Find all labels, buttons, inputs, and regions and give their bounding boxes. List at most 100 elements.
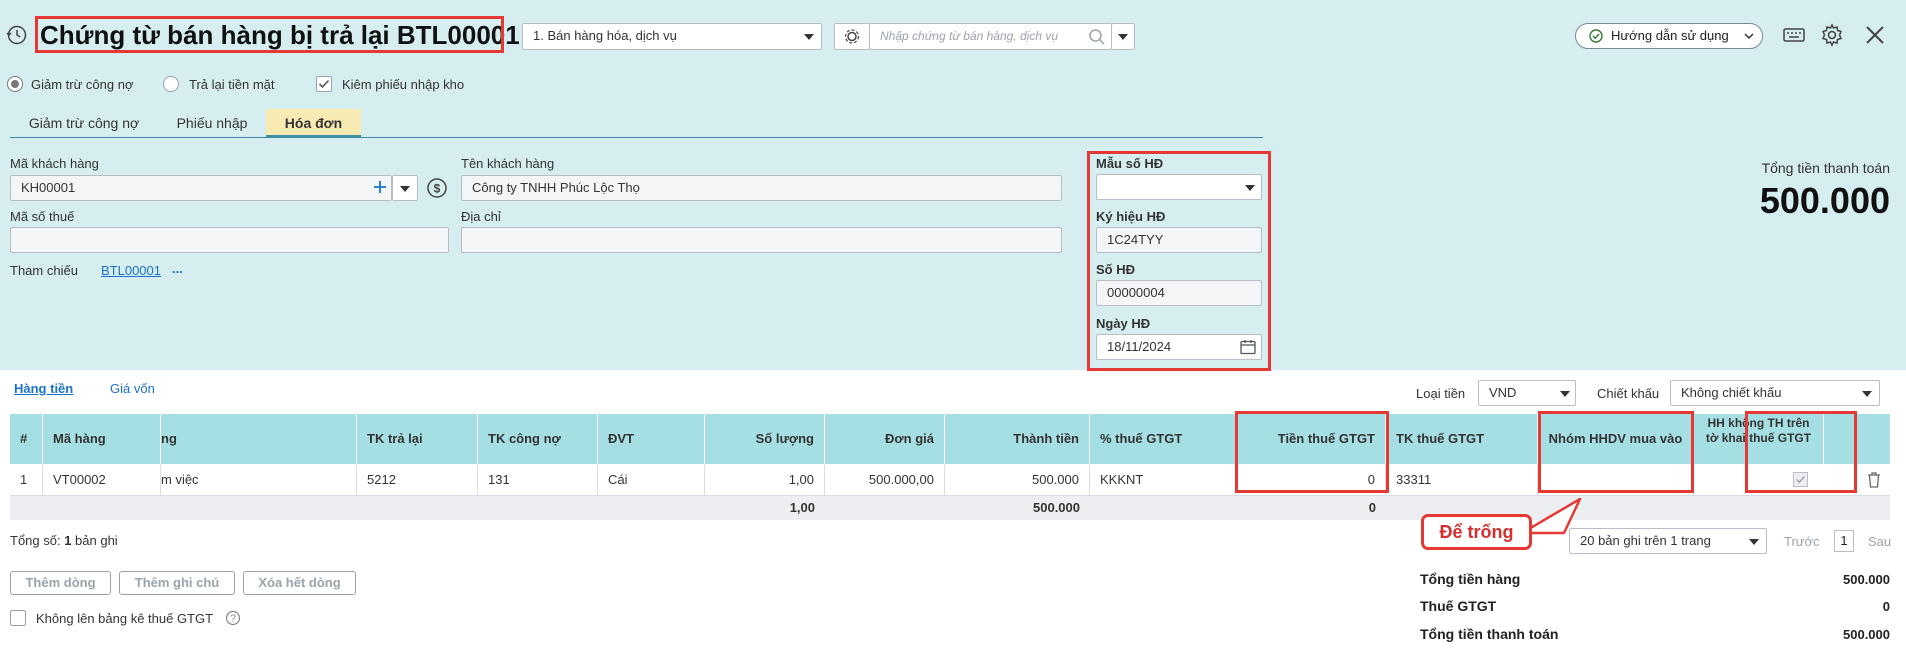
add-note-button[interactable]: Thêm ghi chú <box>119 571 235 595</box>
customer-name-label: Tên khách hàng <box>461 156 555 171</box>
discount-value: Không chiết khấu <box>1681 385 1782 400</box>
invoice-date-label: Ngày HĐ <box>1096 316 1151 331</box>
delete-all-button[interactable]: Xóa hết dòng <box>243 571 356 595</box>
help-question-icon[interactable]: ? <box>225 610 241 626</box>
col-header-vat-pct[interactable]: % thuế GTGT <box>1090 414 1236 464</box>
gear-icon <box>844 29 860 44</box>
current-page[interactable]: 1 <box>1834 530 1854 552</box>
not-declared-checkbox[interactable] <box>1793 472 1808 487</box>
customer-code-field[interactable]: KH00001 <box>10 175 392 201</box>
invoice-date-field[interactable]: 18/11/2024 <box>1096 334 1262 360</box>
debt-dollar-icon[interactable]: $ <box>426 177 448 199</box>
search-icon[interactable] <box>1088 28 1106 46</box>
prev-page-button[interactable]: Trước <box>1784 534 1820 549</box>
page-size-select[interactable]: 20 bản ghi trên 1 trang <box>1569 528 1767 554</box>
tab-stock-receipt[interactable]: Phiếu nhập <box>166 109 258 138</box>
invoice-template-select[interactable] <box>1096 174 1262 200</box>
callout-text: Để trống <box>1439 522 1514 542</box>
summary-vat-amount: 0 <box>1368 500 1376 515</box>
col-header-tk-return[interactable]: TK trả lại <box>357 414 478 464</box>
check-circle-icon <box>1589 29 1603 43</box>
col-header-price[interactable]: Đơn giá <box>825 414 945 464</box>
cell-tk-return[interactable]: 5212 <box>357 465 478 495</box>
summary-qty: 1,00 <box>789 500 815 515</box>
page-size-value: 20 bản ghi trên 1 trang <box>1580 533 1711 548</box>
cell-vat-amount[interactable]: 0 <box>1236 465 1386 495</box>
payment-total-value: 500.000 <box>1843 627 1890 642</box>
cell-code[interactable]: VT00002 <box>43 465 161 495</box>
check-icon <box>1795 475 1806 484</box>
tab-reduce-debt[interactable]: Giảm trừ công nợ <box>18 109 150 138</box>
currency-value: VND <box>1489 385 1517 400</box>
address-field[interactable] <box>461 227 1062 253</box>
discount-select[interactable]: Không chiết khấu <box>1670 380 1880 406</box>
invoice-number-field[interactable]: 00000004 <box>1096 280 1262 306</box>
tab-divider <box>10 137 1263 138</box>
voucher-type-select[interactable]: 1. Bán hàng hóa, dịch vụ <box>522 23 822 50</box>
col-header-name[interactable]: ng <box>161 414 357 464</box>
svg-text:$: $ <box>434 182 441 196</box>
cell-tk-debt[interactable]: 131 <box>478 465 598 495</box>
reference-link[interactable]: BTL00001 <box>101 263 161 278</box>
customer-name-field[interactable]: Công ty TNHH Phúc Lộc Thọ <box>461 175 1062 201</box>
voucher-type-value: 1. Bán hàng hóa, dịch vụ <box>533 28 677 43</box>
tax-code-field[interactable] <box>10 227 449 253</box>
tab-invoice[interactable]: Hóa đơn <box>266 109 361 138</box>
col-header-not-declared[interactable]: HH không TH trên tờ khai thuế GTGT <box>1694 414 1824 464</box>
record-count-prefix: Tổng số: <box>10 533 65 548</box>
check-icon <box>318 79 330 89</box>
cell-qty[interactable]: 1,00 <box>705 465 825 495</box>
tab-cost-price[interactable]: Giá vốn <box>110 381 155 396</box>
help-button[interactable]: Hướng dẫn sử dụng <box>1575 23 1763 49</box>
next-page-button[interactable]: Sau <box>1868 534 1891 549</box>
settings-button[interactable] <box>834 23 870 50</box>
chevron-down-icon <box>1862 391 1872 397</box>
reduce-debt-radio[interactable] <box>7 76 23 92</box>
col-header-tk-vat[interactable]: TK thuế GTGT <box>1386 414 1538 464</box>
col-header-unit[interactable]: ĐVT <box>598 414 705 464</box>
cash-return-radio[interactable] <box>163 76 179 92</box>
invoice-symbol-value: 1C24TYY <box>1107 232 1164 247</box>
reference-more-button[interactable]: ... <box>172 261 183 276</box>
chevron-down-icon <box>804 34 814 40</box>
col-header-vat-amount[interactable]: Tiền thuế GTGT <box>1236 414 1386 464</box>
keyboard-icon[interactable] <box>1782 25 1806 45</box>
close-icon[interactable] <box>1864 24 1886 46</box>
summary-amount: 500.000 <box>1033 500 1080 515</box>
add-row-button[interactable]: Thêm dòng <box>10 571 111 595</box>
cell-name[interactable]: m việc <box>161 465 357 495</box>
calendar-icon[interactable] <box>1239 338 1257 356</box>
col-header-code[interactable]: Mã hàng <box>43 414 161 464</box>
tab-goods-money[interactable]: Hàng tiền <box>14 381 73 396</box>
cell-group[interactable] <box>1538 465 1694 495</box>
add-icon[interactable] <box>372 179 388 195</box>
col-header-tk-debt[interactable]: TK công nợ <box>478 414 598 464</box>
cell-num: 1 <box>10 465 43 495</box>
customer-code-label: Mã khách hàng <box>10 156 99 171</box>
cell-tk-vat[interactable]: 33311 <box>1386 465 1538 495</box>
cash-return-label: Trả lại tiền mặt <box>189 77 275 92</box>
page-title: Chứng từ bán hàng bị trả lại BTL00001 <box>40 20 520 50</box>
invoice-date-value: 18/11/2024 <box>1107 339 1172 354</box>
col-header-qty[interactable]: Số lượng <box>705 414 825 464</box>
currency-label: Loại tiền <box>1416 386 1466 401</box>
col-header-amount[interactable]: Thành tiền <box>945 414 1090 464</box>
col-header-group[interactable]: Nhóm HHDV mua vào <box>1538 414 1694 464</box>
settings-gear-icon[interactable] <box>1820 23 1844 47</box>
no-vat-list-checkbox[interactable] <box>10 610 26 626</box>
col-header-num: # <box>10 414 43 464</box>
search-input[interactable]: Nhập chứng từ bán hàng, dịch vụ <box>869 23 1112 50</box>
delete-row-icon[interactable] <box>1866 471 1882 489</box>
goods-total-value: 500.000 <box>1843 572 1890 587</box>
cell-unit[interactable]: Cái <box>598 465 705 495</box>
invoice-symbol-label: Ký hiệu HĐ <box>1096 209 1166 224</box>
history-icon[interactable] <box>6 24 28 46</box>
payment-total-label: Tổng tiền thanh toán <box>1420 626 1559 642</box>
invoice-template-label: Mẫu số HĐ <box>1096 156 1164 171</box>
cell-vat-pct[interactable]: KKKNT <box>1090 465 1236 495</box>
cell-amount[interactable]: 500.000 <box>945 465 1090 495</box>
invoice-symbol-field[interactable]: 1C24TYY <box>1096 227 1262 253</box>
cell-price[interactable]: 500.000,00 <box>825 465 945 495</box>
stock-receipt-checkbox[interactable] <box>316 76 332 92</box>
no-vat-list-label: Không lên bảng kê thuế GTGT <box>36 611 214 626</box>
